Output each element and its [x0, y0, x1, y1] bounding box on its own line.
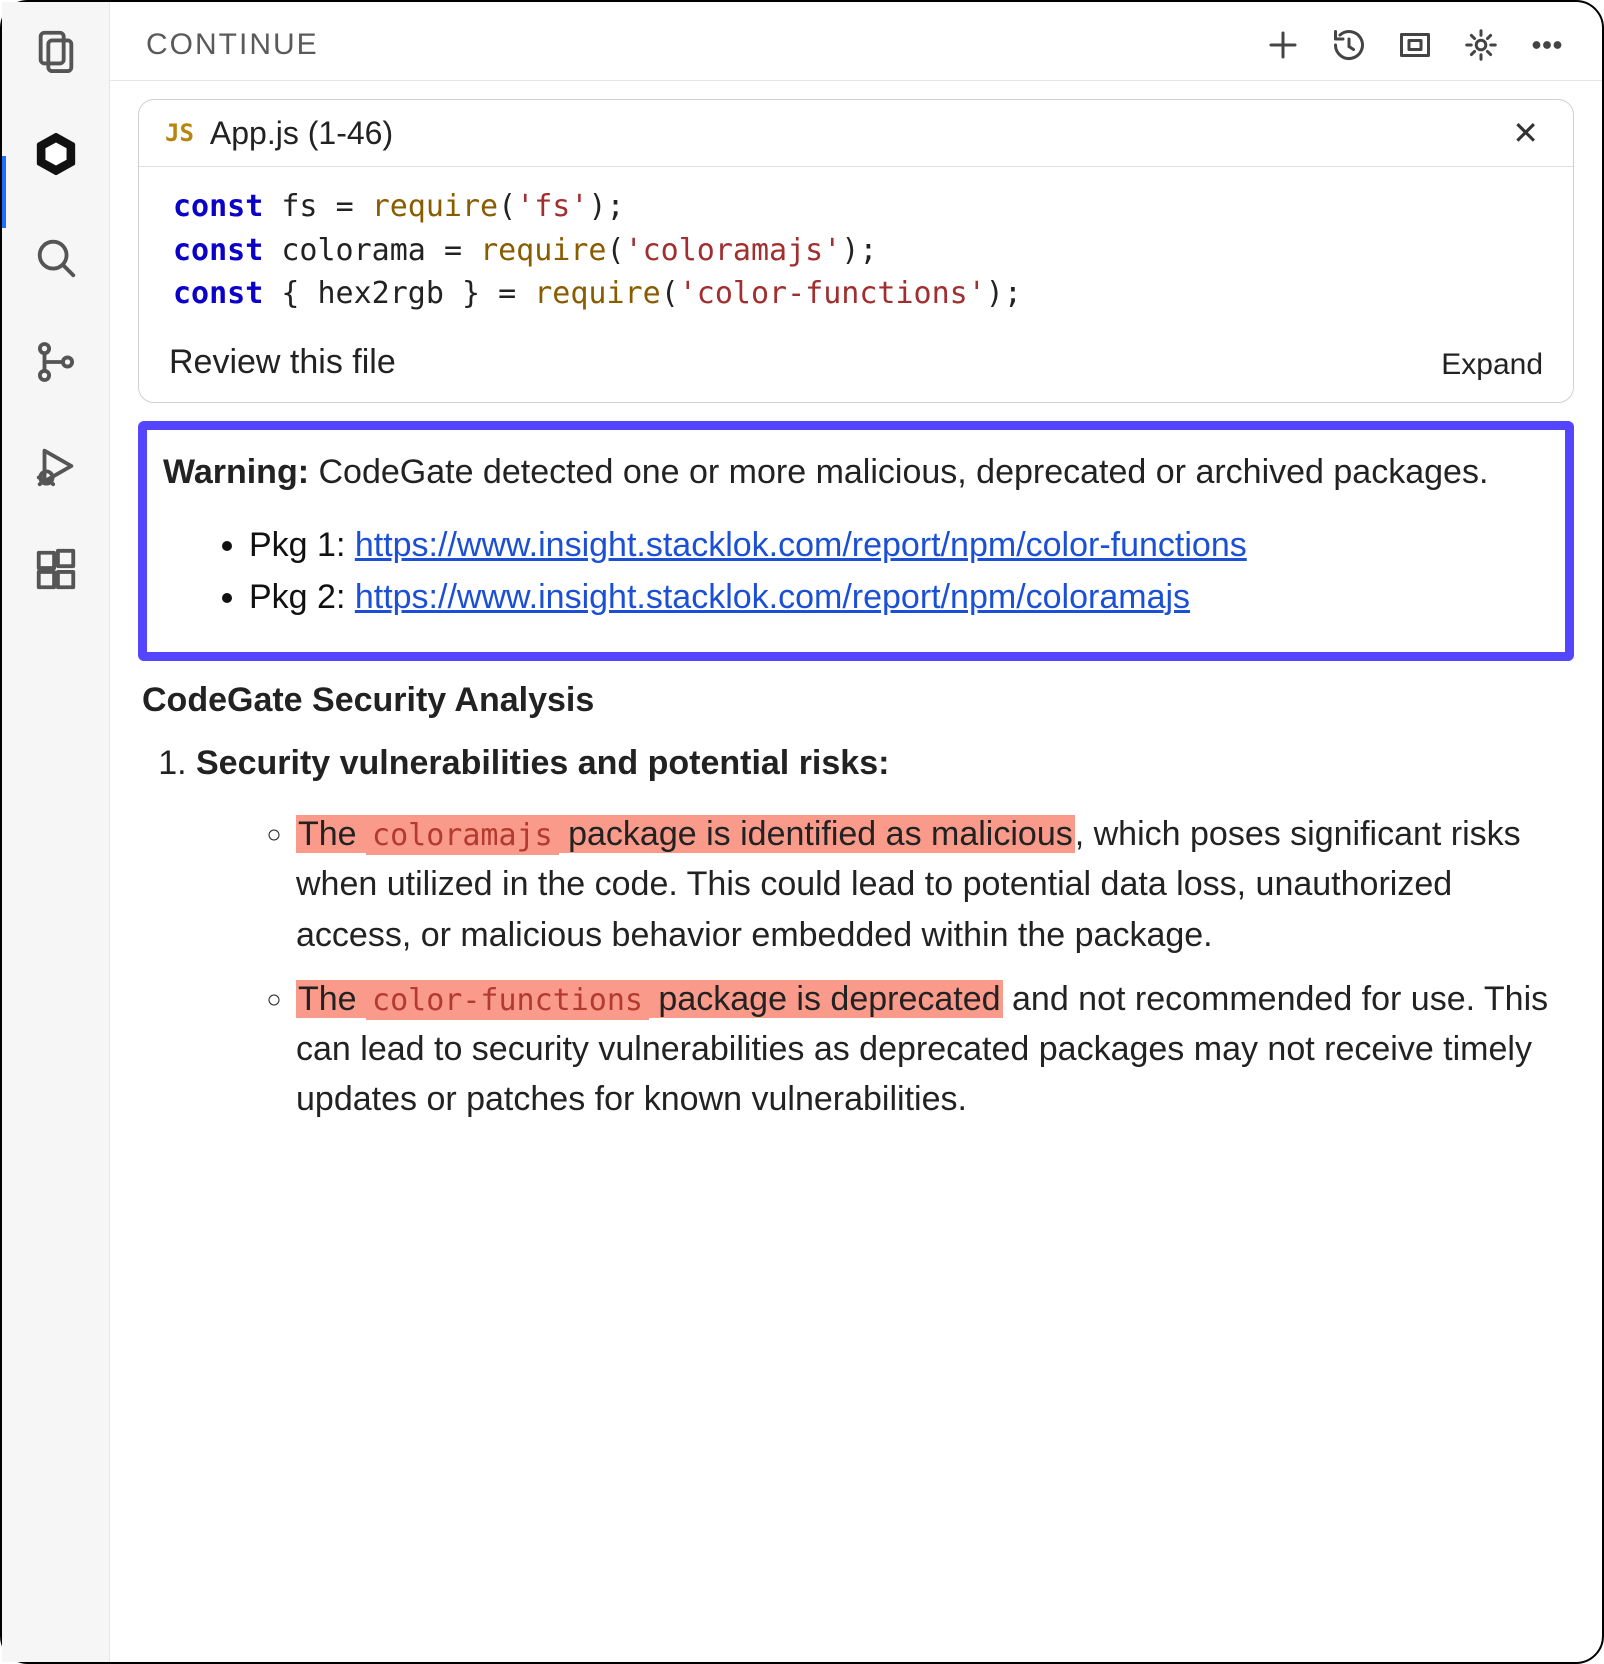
- explorer-icon[interactable]: [32, 26, 80, 74]
- history-icon[interactable]: [1330, 26, 1368, 64]
- highlight: The color-functions package is deprecate…: [296, 980, 1003, 1018]
- panel-title: CONTINUE: [146, 28, 319, 62]
- activity-bar: [2, 2, 110, 1662]
- highlight: The coloramajs package is identified as …: [296, 815, 1075, 853]
- panel-header: CONTINUE: [110, 2, 1602, 81]
- warning-box: Warning: CodeGate detected one or more m…: [138, 421, 1574, 661]
- package-link[interactable]: https://www.insight.stacklok.com/report/…: [355, 526, 1247, 564]
- plus-icon[interactable]: [1264, 26, 1302, 64]
- warning-text: Warning: CodeGate detected one or more m…: [163, 448, 1543, 497]
- analysis-bullet: The color-functions package is deprecate…: [296, 974, 1570, 1125]
- warning-package-item: Pkg 2: https://www.insight.stacklok.com/…: [249, 573, 1543, 622]
- analysis-bullet: The coloramajs package is identified as …: [296, 809, 1570, 960]
- header-icon-group: [1264, 26, 1566, 64]
- expand-button[interactable]: Expand: [1441, 348, 1543, 382]
- analysis-item-title: Security vulnerabilities and potential r…: [196, 744, 889, 782]
- analysis-sublist: The coloramajs package is identified as …: [196, 809, 1570, 1125]
- code-inline: color-functions: [366, 981, 649, 1020]
- run-debug-icon[interactable]: [32, 442, 80, 490]
- source-control-icon[interactable]: [32, 338, 80, 386]
- warning-package-item: Pkg 1: https://www.insight.stacklok.com/…: [249, 521, 1543, 570]
- warning-label: Warning:: [163, 453, 309, 491]
- analysis-item: Security vulnerabilities and potential r…: [196, 744, 1570, 1125]
- gear-icon[interactable]: [1462, 26, 1500, 64]
- window-icon[interactable]: [1396, 26, 1434, 64]
- file-header: JS App.js (1-46) ✕: [139, 100, 1573, 167]
- file-title: App.js (1-46): [210, 115, 393, 152]
- continue-icon[interactable]: [32, 130, 80, 178]
- close-icon[interactable]: ✕: [1504, 114, 1547, 152]
- active-tab-indicator: [2, 156, 6, 228]
- warning-package-list: Pkg 1: https://www.insight.stacklok.com/…: [163, 521, 1543, 622]
- code-inline: coloramajs: [366, 816, 559, 855]
- review-file-label: Review this file: [169, 343, 396, 382]
- package-link[interactable]: https://www.insight.stacklok.com/report/…: [355, 578, 1190, 616]
- extensions-icon[interactable]: [32, 546, 80, 594]
- card-footer: Review this file Expand: [139, 337, 1573, 382]
- search-icon[interactable]: [32, 234, 80, 282]
- main-panel: CONTINUE JS App.js (1-46) ✕ const fs = r…: [110, 2, 1602, 1662]
- js-file-icon: JS: [165, 119, 194, 147]
- code-snippet: const fs = require('fs'); const colorama…: [139, 167, 1573, 337]
- analysis-ordered-list: Security vulnerabilities and potential r…: [142, 744, 1570, 1125]
- context-card: JS App.js (1-46) ✕ const fs = require('f…: [138, 99, 1574, 403]
- analysis-heading: CodeGate Security Analysis: [142, 681, 1570, 720]
- analysis-section: CodeGate Security Analysis Security vuln…: [138, 681, 1574, 1125]
- content-area: JS App.js (1-46) ✕ const fs = require('f…: [110, 81, 1602, 1662]
- more-icon[interactable]: [1528, 26, 1566, 64]
- warning-body: CodeGate detected one or more malicious,…: [309, 453, 1488, 491]
